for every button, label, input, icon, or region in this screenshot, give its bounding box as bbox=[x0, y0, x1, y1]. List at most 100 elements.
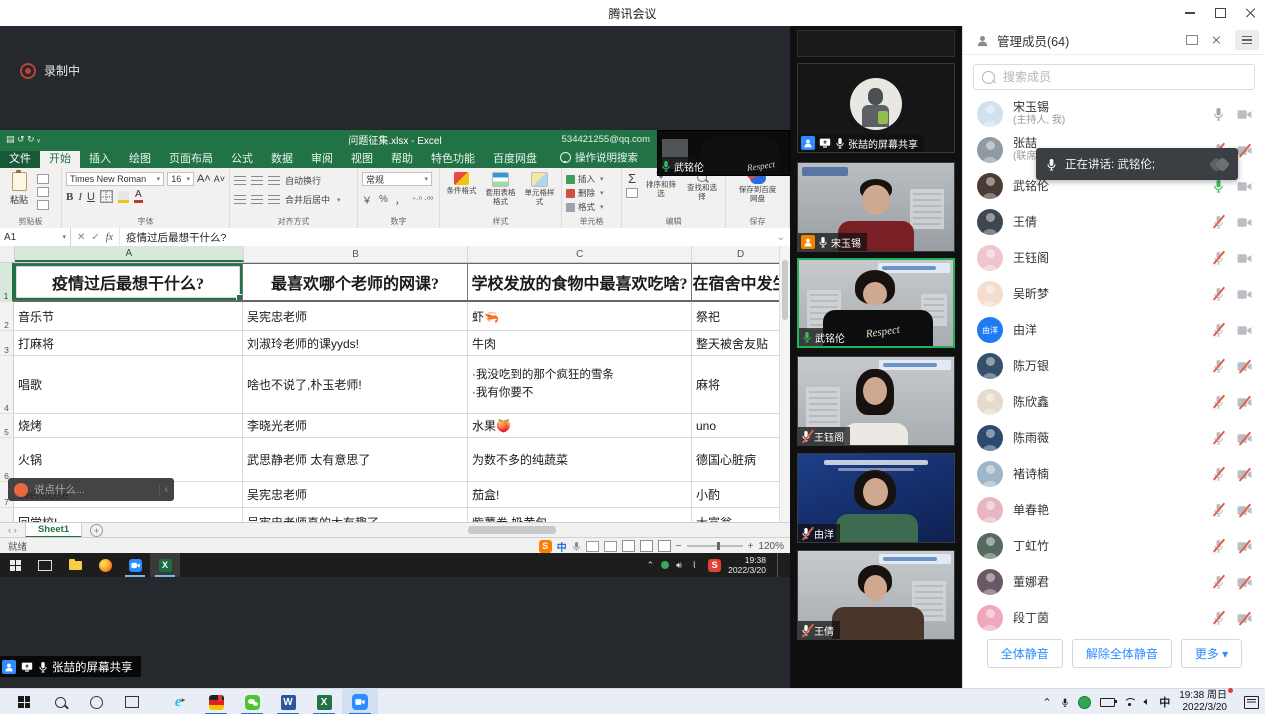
quick-access-toolbar[interactable]: ▤ ↺ ↻ ᵥ bbox=[6, 134, 40, 145]
delete-cells-button[interactable]: 删除▾ bbox=[566, 187, 617, 199]
baidu-save-button[interactable]: 保存到百度网盘 bbox=[730, 172, 785, 203]
grid-cell-B4[interactable]: 啥也不说了,朴玉老师! bbox=[243, 356, 468, 414]
tray-expand-icon[interactable]: ⌃ bbox=[1042, 696, 1051, 709]
row-header-6[interactable]: 6 bbox=[0, 438, 14, 482]
vertical-scrollbar[interactable] bbox=[779, 246, 790, 522]
normal-view-icon[interactable] bbox=[622, 540, 635, 552]
ime-mode-indicator[interactable]: 中 bbox=[557, 539, 567, 554]
row-header-2[interactable]: 2 bbox=[0, 302, 14, 331]
sharer-meeting-icon[interactable] bbox=[120, 553, 150, 577]
camera-icon[interactable] bbox=[1237, 505, 1252, 516]
member-row[interactable]: 由洋 由洋 bbox=[963, 312, 1265, 348]
ribbon-tab-7[interactable]: 审阅 bbox=[302, 151, 342, 168]
ie-icon[interactable]: e bbox=[162, 689, 198, 714]
camera-icon[interactable] bbox=[1237, 577, 1252, 588]
row-header-1[interactable]: 1 bbox=[0, 263, 14, 302]
conditional-formatting-button[interactable]: 条件格式 bbox=[444, 172, 479, 206]
mic-icon[interactable] bbox=[1212, 287, 1225, 301]
popout-icon[interactable] bbox=[1183, 31, 1201, 49]
sharer-taskview-icon[interactable] bbox=[30, 553, 60, 577]
grid-cell-B1[interactable]: 最喜欢哪个老师的网课? bbox=[243, 263, 468, 302]
grow-font-icon[interactable]: A˄ bbox=[197, 173, 211, 185]
sharer-tray-icon[interactable] bbox=[661, 561, 669, 569]
row-header-8[interactable]: 8 bbox=[0, 508, 14, 522]
cut-icon[interactable] bbox=[37, 174, 49, 184]
select-all-corner[interactable] bbox=[0, 246, 15, 262]
row-header-4[interactable]: 4 bbox=[0, 356, 14, 414]
sharer-firefox-icon[interactable] bbox=[90, 553, 120, 577]
video-tile-4[interactable]: 王钰阁 bbox=[797, 356, 955, 446]
align-left-icon[interactable] bbox=[234, 195, 246, 204]
grid-cell-D6[interactable]: 德国心脏病 bbox=[692, 438, 790, 482]
chat-bubble[interactable]: 说点什么... ‹ bbox=[8, 478, 174, 501]
dictionary-app-icon[interactable] bbox=[198, 689, 234, 714]
grid-cell-C1[interactable]: 学校发放的食物中最喜欢吃啥? bbox=[468, 263, 692, 302]
column-header-D[interactable]: D bbox=[692, 246, 790, 262]
ribbon-tab-8[interactable]: 视图 bbox=[342, 151, 382, 168]
mic-icon[interactable] bbox=[1212, 323, 1225, 337]
camera-icon[interactable] bbox=[1237, 109, 1252, 120]
paste-button[interactable]: 粘贴 bbox=[4, 172, 34, 216]
borders-icon[interactable] bbox=[100, 190, 113, 203]
mic-icon[interactable] bbox=[1212, 395, 1225, 409]
bold-button[interactable]: B bbox=[66, 191, 73, 203]
mic-icon[interactable] bbox=[1212, 251, 1225, 265]
meeting-app-icon[interactable] bbox=[342, 689, 378, 714]
zoom-in-icon[interactable]: + bbox=[748, 541, 754, 552]
column-header-B[interactable]: B bbox=[244, 246, 469, 262]
comma-style-icon[interactable]: ， bbox=[395, 192, 405, 207]
horizontal-scrollbar[interactable] bbox=[460, 524, 778, 535]
grid-cell-D2[interactable]: 祭祀 bbox=[692, 302, 790, 331]
grid-cell-B2[interactable]: 吴宪忠老师 bbox=[243, 302, 468, 331]
member-row[interactable]: 王钰阁 bbox=[963, 240, 1265, 276]
ribbon-tab-11[interactable]: 百度网盘 bbox=[484, 151, 546, 168]
ribbon-tab-0[interactable]: 文件 bbox=[0, 151, 40, 168]
grid-cell-D3[interactable]: 整天被舍友贴 bbox=[692, 331, 790, 356]
row-header-3[interactable]: 3 bbox=[0, 331, 14, 356]
member-row[interactable]: 陈雨薇 bbox=[963, 420, 1265, 456]
camera-icon[interactable] bbox=[1237, 397, 1252, 408]
grid-cell-B7[interactable]: 吴宪忠老师 bbox=[243, 482, 468, 508]
panel-close-icon[interactable] bbox=[1207, 31, 1225, 49]
mic-icon[interactable] bbox=[1212, 539, 1225, 553]
ribbon-tab-10[interactable]: 特色功能 bbox=[422, 151, 484, 168]
camera-icon[interactable] bbox=[1237, 145, 1252, 156]
antivirus-tray-icon[interactable] bbox=[1078, 696, 1091, 709]
grid-cell-B5[interactable]: 李晓光老师 bbox=[243, 414, 468, 438]
sharer-show-desktop[interactable] bbox=[777, 553, 782, 577]
maximize-button[interactable] bbox=[1205, 0, 1235, 26]
video-tile-1[interactable]: 张喆的屏幕共享 bbox=[797, 63, 955, 153]
ribbon-tab-4[interactable]: 页面布局 bbox=[160, 151, 222, 168]
format-cells-button[interactable]: 格式▾ bbox=[566, 201, 617, 213]
sogou-mic-icon[interactable] bbox=[572, 541, 581, 552]
formula-expand-icon[interactable]: ⌄ bbox=[772, 228, 790, 246]
formula-input[interactable]: 疫情过后最想干什么? bbox=[120, 228, 772, 246]
camera-icon[interactable] bbox=[1237, 613, 1252, 624]
ribbon-tab-2[interactable]: 插入 bbox=[80, 151, 120, 168]
search-input[interactable] bbox=[1001, 69, 1246, 85]
fill-color-icon[interactable] bbox=[118, 191, 129, 203]
ime-indicator[interactable]: 中 bbox=[1159, 694, 1170, 710]
name-box[interactable]: A1▾ bbox=[0, 228, 71, 246]
camera-icon[interactable] bbox=[1237, 325, 1252, 336]
decimal-icons[interactable]: ⁺·⁰ ·⁰⁰ bbox=[412, 195, 433, 204]
accounting-format-icon[interactable]: ￥ bbox=[362, 192, 372, 207]
mic-icon[interactable] bbox=[1212, 503, 1225, 517]
member-row[interactable]: 丁虹竹 bbox=[963, 528, 1265, 564]
grid-cell-A6[interactable]: 火锅 bbox=[14, 438, 243, 482]
panel-menu-icon[interactable] bbox=[1235, 30, 1259, 50]
video-tile-5[interactable]: 由洋 bbox=[797, 453, 955, 543]
grid-cell-B8[interactable]: 吴宪忠老师真的太有趣了 bbox=[243, 508, 468, 522]
member-row[interactable]: 陈欣鑫 bbox=[963, 384, 1265, 420]
format-as-table-button[interactable]: 套用表格格式 bbox=[483, 172, 518, 206]
sharer-explorer-icon[interactable] bbox=[60, 553, 90, 577]
mic-icon[interactable] bbox=[1212, 179, 1225, 193]
copy-icon[interactable] bbox=[37, 187, 49, 197]
grid-cell-C6[interactable]: 为数不多的纯蔬菜 bbox=[468, 438, 692, 482]
font-color-icon[interactable]: A bbox=[134, 190, 143, 203]
sogou-icon[interactable]: S bbox=[539, 540, 552, 553]
autosum-button[interactable]: Σ bbox=[628, 172, 636, 185]
cancel-icon[interactable]: ✕ bbox=[77, 232, 85, 243]
number-format-select[interactable]: 常规▾ bbox=[362, 172, 432, 186]
sharer-network-icon[interactable]: ⌇ bbox=[692, 561, 701, 570]
